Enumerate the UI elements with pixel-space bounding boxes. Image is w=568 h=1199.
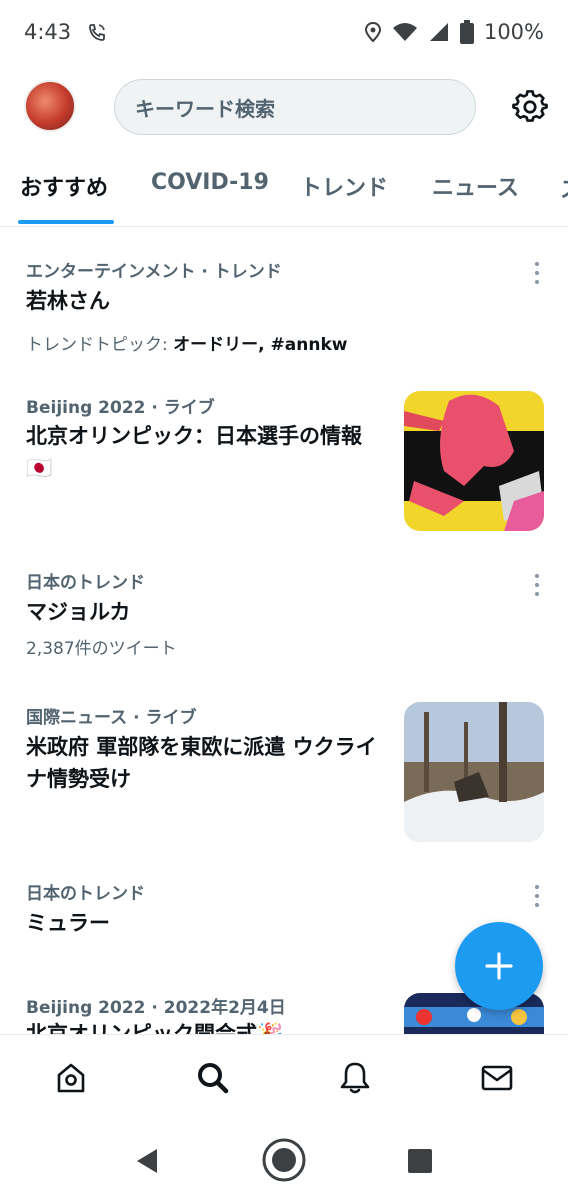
avatar[interactable] — [24, 80, 76, 132]
news-meta: Beijing 2022 · ライブ — [26, 398, 215, 418]
search-placeholder: キーワード検索 — [135, 96, 275, 121]
more-options-icon[interactable] — [529, 885, 545, 907]
news-headline-clip: 北京オリンピック開会式🎉 — [0, 1018, 400, 1034]
status-icons: 100% — [364, 20, 544, 44]
compose-button[interactable] — [455, 922, 543, 1010]
wifi-icon — [392, 23, 417, 41]
mail-icon[interactable] — [479, 1060, 515, 1096]
tweet-count: 2,387件のツイート — [26, 639, 177, 659]
trend-meta: 日本のトレンド — [26, 884, 145, 904]
tab-news[interactable]: ニュース — [432, 170, 519, 202]
trend-topics: トレンドトピック: オードリー, #annkw — [26, 330, 347, 355]
news-meta: Beijing 2022 · 2022年2月4日 — [26, 998, 286, 1018]
active-tab-indicator — [18, 220, 114, 224]
status-time: 4:43 — [24, 20, 72, 44]
location-icon — [364, 21, 381, 43]
home-button-icon[interactable] — [261, 1137, 307, 1183]
plus-icon — [485, 952, 513, 980]
news-thumbnail[interactable] — [404, 702, 544, 842]
trend-topics-label: トレンドトピック: — [26, 335, 168, 355]
tab-recommended[interactable]: おすすめ — [20, 170, 108, 202]
trend-topics-value: オードリー, #annkw — [173, 335, 348, 355]
back-icon[interactable] — [133, 1146, 161, 1176]
news-headline[interactable]: 北京オリンピック開会式🎉 — [26, 1018, 283, 1034]
battery-icon — [459, 20, 474, 44]
news-meta: 国際ニュース · ライブ — [26, 708, 197, 728]
trend-headline: 若林さん — [26, 289, 110, 313]
home-icon[interactable] — [53, 1060, 89, 1096]
news-headline[interactable]: 米政府 軍部隊を東欧に派遣 ウクライナ情勢受け — [26, 731, 388, 795]
call-forwarding-icon — [89, 24, 105, 41]
signal-icon — [429, 23, 448, 41]
trend-headline[interactable]: マジョルカ — [26, 596, 130, 628]
tab-more-clipped[interactable]: ス — [560, 172, 568, 198]
search-input[interactable]: キーワード検索 — [114, 79, 476, 135]
tab-covid19[interactable]: COVID-19 — [151, 170, 269, 195]
trend-headline[interactable]: ミュラー — [26, 907, 110, 939]
battery-percent: 100% — [483, 20, 544, 44]
trend-meta: 日本のトレンド — [26, 573, 145, 593]
search-icon[interactable] — [195, 1060, 231, 1096]
trend-meta: エンターテインメント · トレンド — [26, 262, 282, 282]
recents-icon[interactable] — [407, 1148, 433, 1174]
bottom-nav-divider — [0, 1034, 568, 1035]
gear-icon[interactable] — [512, 89, 548, 125]
news-headline[interactable]: 北京オリンピック：日本選手の情報🇯🇵 — [26, 420, 388, 484]
tabs-divider — [0, 226, 568, 227]
tab-trends[interactable]: トレンド — [300, 170, 388, 202]
news-thumbnail[interactable] — [404, 391, 544, 531]
more-options-icon[interactable] — [529, 574, 545, 596]
bell-icon[interactable] — [337, 1060, 373, 1096]
more-options-icon[interactable] — [529, 262, 545, 284]
